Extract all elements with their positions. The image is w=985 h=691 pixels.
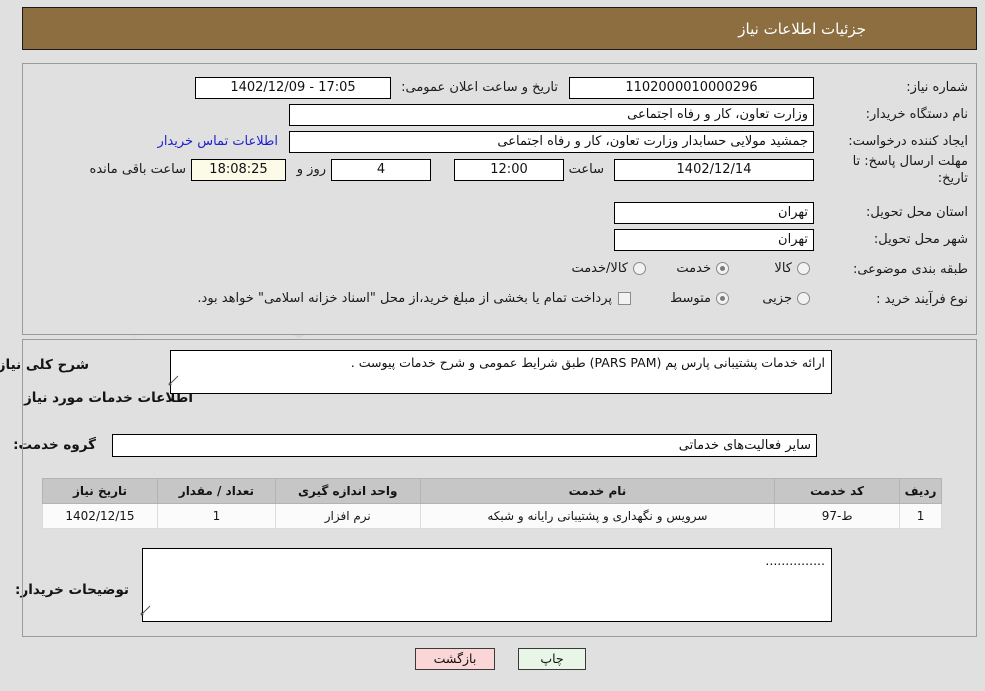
page-root: AriaTender .net جزئیات اطلاعات نیاز شمار… [0,0,985,691]
radio-option-kala[interactable]: کالا [775,261,811,276]
radio-label-kala: کالا [775,261,793,276]
field-delivery-city: تهران [615,229,815,251]
back-button[interactable]: بازگشت [416,648,496,670]
field-request-creator: جمشید مولایی حسابدار وزارت تعاون، کار و … [290,131,815,153]
col-quantity: تعداد / مقدار [157,478,277,504]
page-header-bar: جزئیات اطلاعات نیاز [23,7,978,50]
print-button[interactable]: چاپ [519,648,587,670]
label-subject-classification: طبقه بندی موضوعی: [853,262,969,277]
page-title: جزئیات اطلاعات نیاز [739,19,867,38]
buyer-notes-textarea[interactable] [143,548,833,622]
col-row-no: ردیف [900,478,943,504]
services-table: ردیف کد خدمت نام خدمت واحد اندازه گیری ت… [43,478,943,529]
label-purchase-process-type: نوع فرآیند خرید : [877,292,969,307]
radio-icon-kala-khedmat[interactable] [634,262,647,275]
field-delivery-province: تهران [615,202,815,224]
radio-icon-jozei[interactable] [798,292,811,305]
field-service-group: سایر فعالیت‌های خدماتی [113,434,818,457]
table-row: 1 ط-97 سرویس و نگهداری و پشتیبانی رایانه… [43,503,943,529]
field-remaining-days: 4 [332,159,432,181]
col-service-name: نام خدمت [420,478,777,504]
buyer-contact-link[interactable]: اطلاعات تماس خریدار [159,134,279,149]
label-need-number: شماره نیاز: [907,80,969,95]
cell-row-no: 1 [900,503,943,529]
treasury-note-text: پرداخت تمام یا بخشی از مبلغ خرید،از محل … [198,291,613,306]
radio-option-khedmat[interactable]: خدمت [677,261,730,276]
label-delivery-province: استان محل تحویل: [867,205,969,220]
table-header-row: ردیف کد خدمت نام خدمت واحد اندازه گیری ت… [43,478,943,504]
radio-label-kala-khedmat: کالا/خدمت [572,261,629,276]
cell-need-date: 1402/12/15 [43,503,159,529]
cell-service-name: سرویس و نگهداری و پشتیبانی رایانه و شبکه [420,503,777,529]
label-deadline-hour: ساعت [569,162,605,177]
label-remaining-time: ساعت باقی مانده [90,162,187,177]
field-answer-deadline: 1402/12/14 [615,159,815,181]
checkbox-treasury-note[interactable] [619,292,632,305]
field-need-number: 1102000010000296 [570,77,815,99]
radio-option-kala-khedmat[interactable]: کالا/خدمت [572,261,647,276]
label-buyer-org: نام دستگاه خریدار: [866,107,969,122]
col-need-date: تاریخ نیاز [43,478,159,504]
radio-label-motevaset: متوسط [671,291,712,306]
label-public-announcement: تاریخ و ساعت اعلان عمومی: [402,80,559,95]
general-description-textarea[interactable] [171,350,833,394]
label-delivery-city: شهر محل تحویل: [874,232,969,247]
field-public-announcement: 17:05 - 1402/12/09 [196,77,392,99]
col-service-code: کد خدمت [775,478,902,504]
label-answer-deadline: مهلت ارسال پاسخ: تا تاریخ: [853,154,969,186]
field-remaining-time: 18:08:25 [192,159,287,181]
label-request-creator: ایجاد کننده درخواست: [849,134,969,149]
label-remaining-days: روز و [297,162,327,177]
need-summary-panel: شماره نیاز: 1102000010000296 تاریخ و ساع… [23,63,978,335]
radio-icon-khedmat[interactable] [717,262,730,275]
field-buyer-org: وزارت تعاون، کار و رفاه اجتماعی [290,104,815,126]
field-deadline-hour: 12:00 [455,159,565,181]
cell-quantity: 1 [157,503,277,529]
radio-label-jozei: جزیی [763,291,793,306]
radio-label-khedmat: خدمت [677,261,712,276]
col-unit: واحد اندازه گیری [275,478,422,504]
radio-icon-motevaset[interactable] [717,292,730,305]
radio-option-jozei[interactable]: جزیی [763,291,811,306]
radio-icon-kala[interactable] [798,262,811,275]
cell-service-code: ط-97 [775,503,902,529]
treasury-note-row[interactable]: پرداخت تمام یا بخشی از مبلغ خرید،از محل … [198,291,632,306]
radio-option-motevaset[interactable]: متوسط [671,291,730,306]
cell-unit: نرم افزار [275,503,422,529]
